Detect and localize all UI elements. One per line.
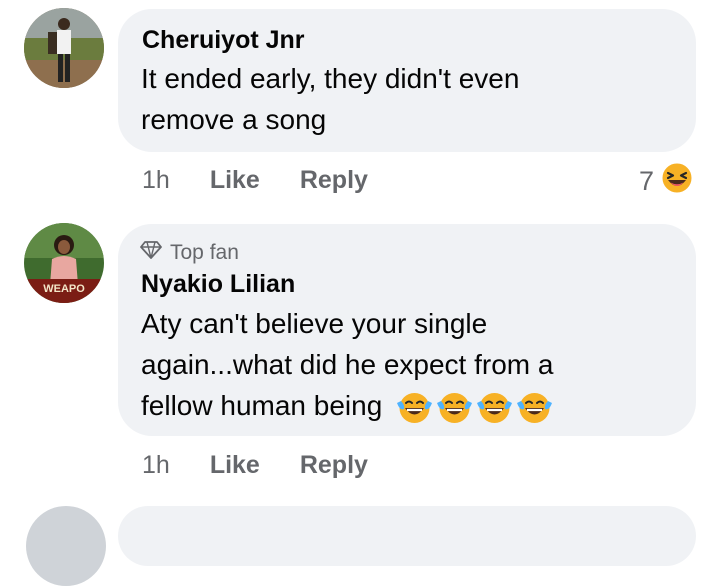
comment-actions: 1h Like Reply — [142, 451, 408, 480]
comment-text-line: fellow human being — [141, 385, 553, 426]
comment-author[interactable]: Cheruiyot Jnr — [142, 26, 305, 55]
reaction-summary[interactable]: 7 — [639, 161, 694, 202]
emoji-group — [396, 391, 553, 425]
comment-text-line: remove a song — [141, 104, 327, 135]
like-button[interactable]: Like — [210, 166, 260, 195]
badge-label: Top fan — [170, 241, 239, 264]
comment-actions: 1h Like Reply — [142, 166, 408, 195]
avatar[interactable] — [24, 8, 104, 88]
reply-button[interactable]: Reply — [300, 451, 368, 480]
comment-text-line: Aty can't believe your single — [141, 308, 488, 339]
tears-of-joy-emoji-icon — [397, 392, 433, 423]
comment-author[interactable]: Nyakio Lilian — [141, 270, 295, 299]
tears-of-joy-emoji-icon — [477, 392, 513, 423]
comment-text-line: again...what did he expect from a — [141, 349, 554, 380]
next-comment-avatar[interactable] — [26, 506, 106, 586]
comment-text: It ended early, they didn't even remove … — [141, 58, 519, 140]
avatar-caption: WEAPO — [43, 283, 85, 295]
diamond-icon — [140, 241, 162, 265]
avatar[interactable]: WEAPO — [24, 223, 104, 303]
reply-button[interactable]: Reply — [300, 166, 368, 195]
comment-text-line: It ended early, they didn't even — [141, 63, 520, 94]
tears-of-joy-emoji-icon — [517, 392, 553, 423]
reaction-count: 7 — [639, 166, 655, 196]
comment-text: Aty can't believe your single again...wh… — [141, 303, 553, 426]
comment-text-segment: fellow human being — [141, 390, 383, 421]
next-comment-bubble — [118, 506, 696, 566]
comment-timestamp[interactable]: 1h — [142, 451, 170, 480]
top-fan-badge: Top fan — [140, 241, 239, 265]
comment-timestamp[interactable]: 1h — [142, 166, 170, 195]
like-button[interactable]: Like — [210, 451, 260, 480]
tears-of-joy-emoji-icon — [437, 392, 473, 423]
laughing-emoji-icon — [660, 161, 694, 202]
